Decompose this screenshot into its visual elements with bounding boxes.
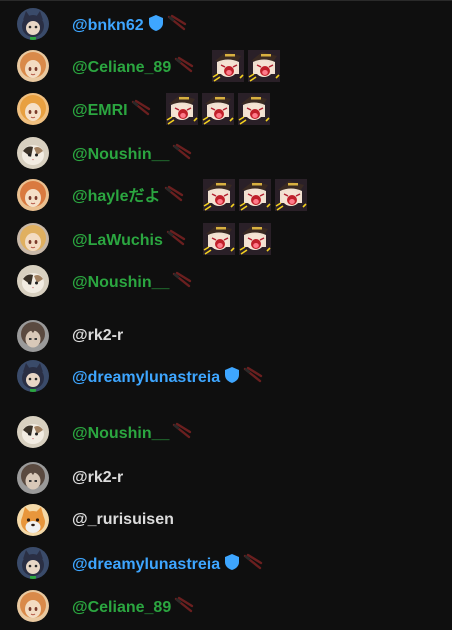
screaming-witch-emote	[239, 223, 271, 255]
black-cat-avatar[interactable]	[17, 547, 49, 579]
author-name[interactable]: @_rurisuisen	[72, 510, 174, 530]
author-name[interactable]: @EMRI	[72, 101, 128, 121]
anime-boy-avatar[interactable]	[17, 320, 49, 352]
chat-message: @rk2-r	[0, 318, 452, 354]
chopsticks-badge-icon	[174, 596, 194, 620]
shiba-dog-avatar[interactable]	[17, 504, 49, 536]
screaming-witch-emote	[238, 93, 270, 125]
black-cat-avatar[interactable]	[17, 360, 49, 392]
screaming-witch-emote	[166, 93, 198, 125]
chat-message: @LaWuchis	[0, 221, 452, 257]
screaming-witch-emote	[248, 50, 280, 82]
calico-cat-avatar[interactable]	[17, 137, 49, 169]
screaming-witch-emote	[212, 50, 244, 82]
author-chip[interactable]: @Noushin__	[72, 271, 192, 295]
chopsticks-badge-icon	[172, 143, 192, 167]
chopsticks-badge-icon	[174, 56, 194, 80]
anime-girl-avatar[interactable]	[17, 50, 49, 82]
author-name[interactable]: @Celiane_89	[72, 598, 171, 618]
screaming-witch-emote	[202, 93, 234, 125]
chat-message: @Celiane_89	[0, 588, 452, 624]
message-emotes	[166, 93, 270, 125]
anime-girl-avatar[interactable]	[17, 93, 49, 125]
author-chip[interactable]: @LaWuchis	[72, 229, 186, 253]
message-emotes	[203, 223, 271, 255]
author-chip[interactable]: @Celiane_89	[72, 56, 194, 80]
screaming-witch-emote	[275, 179, 307, 211]
author-chip[interactable]: @dreamylunastreia	[72, 553, 263, 577]
message-emotes	[203, 179, 307, 211]
author-chip[interactable]: @_rurisuisen	[72, 510, 174, 530]
chat-message: @Noushin__	[0, 414, 452, 450]
author-chip[interactable]: @bnkn62	[72, 14, 187, 38]
author-name[interactable]: @bnkn62	[72, 16, 144, 36]
moderator-shield-icon	[148, 14, 164, 38]
chopsticks-badge-icon	[172, 422, 192, 446]
chopsticks-badge-icon	[167, 14, 187, 38]
message-emotes	[212, 50, 280, 82]
author-name[interactable]: @Noushin__	[72, 424, 169, 444]
chat-message: @dreamylunastreia	[0, 545, 452, 581]
author-name[interactable]: @dreamylunastreia	[72, 555, 220, 575]
moderator-shield-icon	[224, 553, 240, 577]
author-chip[interactable]: @rk2-r	[72, 326, 123, 346]
chat-message: @Noushin__	[0, 135, 452, 171]
top-divider	[0, 0, 452, 1]
chopsticks-badge-icon	[243, 553, 263, 577]
anime-boy-avatar[interactable]	[17, 462, 49, 494]
chat-message: @rk2-r	[0, 460, 452, 496]
author-name[interactable]: @rk2-r	[72, 326, 123, 346]
author-chip[interactable]: @hayleだよ	[72, 185, 184, 209]
author-name[interactable]: @rk2-r	[72, 468, 123, 488]
author-chip[interactable]: @EMRI	[72, 99, 151, 123]
chopsticks-badge-icon	[172, 271, 192, 295]
chopsticks-badge-icon	[131, 99, 151, 123]
author-name[interactable]: @dreamylunastreia	[72, 368, 220, 388]
author-chip[interactable]: @rk2-r	[72, 468, 123, 488]
chopsticks-badge-icon	[164, 185, 184, 209]
screaming-witch-emote	[239, 179, 271, 211]
calico-cat-avatar[interactable]	[17, 416, 49, 448]
chopsticks-badge-icon	[166, 229, 186, 253]
chat-message: @Noushin__	[0, 263, 452, 299]
author-chip[interactable]: @Noushin__	[72, 422, 192, 446]
screaming-witch-emote	[203, 179, 235, 211]
chopsticks-badge-icon	[243, 366, 263, 390]
author-name[interactable]: @Noushin__	[72, 273, 169, 293]
author-name[interactable]: @LaWuchis	[72, 231, 163, 251]
chat-message: @bnkn62	[0, 6, 452, 42]
anime-girl-avatar[interactable]	[17, 223, 49, 255]
chat-message: @Celiane_89	[0, 48, 452, 84]
calico-cat-avatar[interactable]	[17, 265, 49, 297]
screaming-witch-emote	[203, 223, 235, 255]
chat-message: @_rurisuisen	[0, 502, 452, 538]
black-cat-avatar[interactable]	[17, 8, 49, 40]
chat-message: @hayleだよ	[0, 177, 452, 213]
author-chip[interactable]: @Celiane_89	[72, 596, 194, 620]
author-name[interactable]: @hayleだよ	[72, 187, 161, 207]
chat-message: @EMRI	[0, 91, 452, 127]
chat-message: @dreamylunastreia	[0, 358, 452, 394]
moderator-shield-icon	[224, 366, 240, 390]
anime-girl-avatar[interactable]	[17, 179, 49, 211]
author-chip[interactable]: @dreamylunastreia	[72, 366, 263, 390]
author-chip[interactable]: @Noushin__	[72, 143, 192, 167]
author-name[interactable]: @Noushin__	[72, 145, 169, 165]
author-name[interactable]: @Celiane_89	[72, 58, 171, 78]
anime-girl-avatar[interactable]	[17, 590, 49, 622]
